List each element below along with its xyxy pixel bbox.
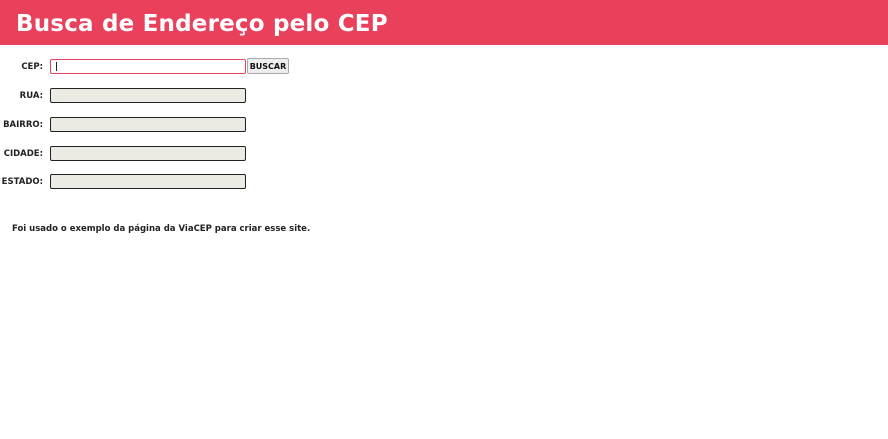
rua-label: RUA: [19, 91, 43, 101]
rua-field[interactable] [50, 88, 246, 103]
cidade-row: CIDADE: [0, 145, 888, 163]
text-caret [56, 62, 57, 71]
bairro-field[interactable] [50, 117, 246, 132]
cep-input[interactable] [50, 59, 246, 74]
buscar-button[interactable]: BUSCAR [247, 58, 289, 74]
cep-label: CEP: [21, 62, 43, 72]
cep-row: CEP: BUSCAR [0, 58, 888, 76]
rua-row: RUA: [0, 87, 888, 105]
page-header: Busca de Endereço pelo CEP [0, 0, 888, 45]
bairro-row: BAIRRO: [0, 116, 888, 134]
credit-note: Foi usado o exemplo da página da ViaCEP … [12, 224, 311, 234]
page-title: Busca de Endereço pelo CEP [16, 11, 388, 37]
estado-row: ESTADO: [0, 173, 888, 191]
estado-label: ESTADO: [1, 177, 43, 187]
estado-field[interactable] [50, 174, 246, 189]
bairro-label: BAIRRO: [3, 120, 43, 130]
cidade-label: CIDADE: [3, 149, 43, 159]
cidade-field[interactable] [50, 146, 246, 161]
